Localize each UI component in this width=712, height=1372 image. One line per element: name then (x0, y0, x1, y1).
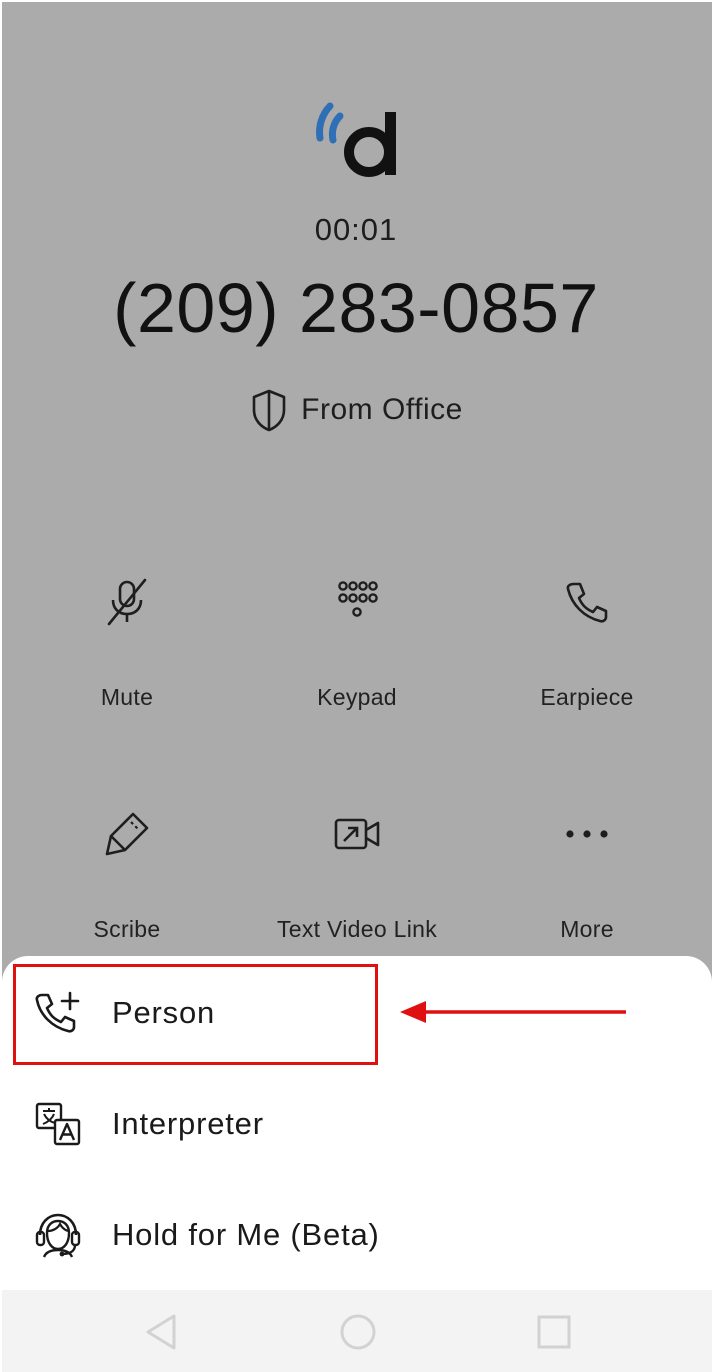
system-nav-bar (2, 1290, 712, 1372)
keypad-icon (329, 574, 385, 630)
video-link-icon (329, 806, 385, 862)
shield-icon (252, 389, 286, 432)
mute-label: Mute (100, 684, 154, 710)
scribe-button[interactable]: Scribe (12, 806, 242, 943)
keypad-label: Keypad (317, 684, 397, 710)
keypad-button[interactable]: Keypad (242, 574, 472, 711)
headset-agent-icon (35, 1213, 81, 1258)
pen-icon (99, 806, 155, 862)
home-icon[interactable] (336, 1310, 380, 1354)
caller-id-label: From Office (301, 393, 463, 426)
call-timer: 00:01 (314, 212, 398, 247)
text-video-link-button[interactable]: Text Video Link (242, 806, 472, 943)
mic-off-icon (99, 574, 155, 630)
app-logo (316, 102, 396, 177)
more-button[interactable]: More (472, 806, 702, 943)
call-screen: 00:01 (209) 283-0857 From Office Mute Ke… (0, 0, 712, 1372)
caller-id: From Office (0, 388, 712, 432)
sheet-item-interpreter[interactable]: Interpreter (2, 1069, 712, 1179)
phone-icon (559, 574, 615, 630)
text-video-link-label: Text Video Link (276, 916, 438, 942)
translate-icon (35, 1102, 81, 1146)
scribe-label: Scribe (93, 916, 161, 942)
sheet-item-hold-label: Hold for Me (Beta) (112, 1217, 380, 1252)
mute-button[interactable]: Mute (12, 574, 242, 711)
phone-number: (209) 283-0857 (113, 269, 599, 347)
back-icon[interactable] (140, 1310, 184, 1354)
sheet-item-hold-for-me[interactable]: Hold for Me (Beta) (2, 1180, 712, 1290)
more-icon (559, 806, 615, 862)
more-label: More (560, 916, 614, 942)
earpiece-label: Earpiece (540, 684, 634, 710)
earpiece-button[interactable]: Earpiece (472, 574, 702, 711)
annotation-highlight-box (13, 964, 378, 1065)
recent-apps-icon[interactable] (532, 1310, 576, 1354)
sheet-item-interpreter-label: Interpreter (112, 1106, 264, 1141)
annotation-arrow (400, 1001, 626, 1023)
